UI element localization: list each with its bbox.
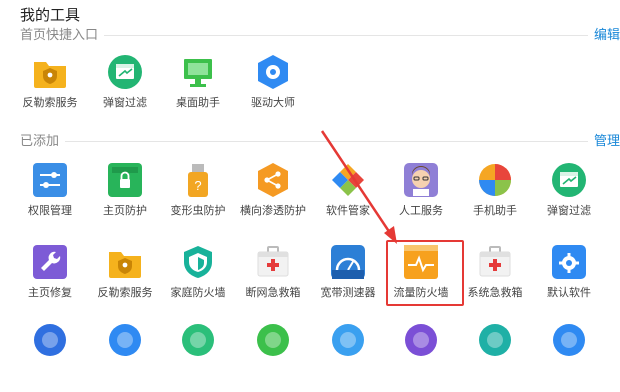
tool-label: 反勒索服务 <box>22 97 78 109</box>
tool-tile[interactable] <box>238 318 308 392</box>
tool-label: 软件管家 <box>326 205 370 217</box>
sliders-icon <box>32 162 68 198</box>
tool-tile[interactable] <box>163 318 233 392</box>
share-hex-icon <box>255 162 291 198</box>
tool-tile[interactable]: 系统急救箱 <box>460 240 530 314</box>
tool-tile[interactable] <box>534 318 604 392</box>
tool-tile[interactable] <box>313 318 383 392</box>
tool-label: 桌面助手 <box>176 97 220 109</box>
tool-tile[interactable]: 反勒索服务 <box>15 50 85 124</box>
shield-folder-icon <box>32 54 68 90</box>
avatar-service-icon <box>403 162 439 198</box>
blue-window-icon <box>107 322 143 358</box>
tool-tile[interactable]: 桌面助手 <box>163 50 233 124</box>
tool-label: 宽带测速器 <box>320 287 376 299</box>
tool-tile[interactable] <box>386 318 456 392</box>
purple-orb-icon <box>403 322 439 358</box>
tool-label: 权限管理 <box>28 205 72 217</box>
tool-label: 变形虫防护 <box>170 205 226 217</box>
tool-label: 驱动大师 <box>251 97 295 109</box>
tool-tile[interactable] <box>90 318 160 392</box>
tool-label: 弹窗过滤 <box>547 205 591 217</box>
tool-label: 断网急救箱 <box>245 287 301 299</box>
tool-tile[interactable]: ? 变形虫防护 <box>163 158 233 232</box>
green-circle-icon <box>255 322 291 358</box>
tool-tile[interactable] <box>15 318 85 392</box>
manage-link[interactable]: 管理 <box>587 132 620 150</box>
house-shield-icon <box>180 244 216 280</box>
tool-tile[interactable]: 宽带测速器 <box>313 240 383 314</box>
first-aid-icon <box>477 244 513 280</box>
divider <box>20 35 592 36</box>
popup-filter-icon <box>551 162 587 198</box>
quick-entry-header: 首页快捷入口 编辑 <box>20 26 620 44</box>
gear-cube-icon <box>255 54 291 90</box>
svg-text:?: ? <box>194 178 201 193</box>
tool-tile[interactable]: 主页修复 <box>15 240 85 314</box>
tool-label: 反勒索服务 <box>97 287 153 299</box>
first-aid-icon <box>255 244 291 280</box>
tool-label: 家庭防火墙 <box>170 287 226 299</box>
tool-label: 默认软件 <box>547 287 591 299</box>
cloud-icon <box>330 322 366 358</box>
blue-tool-icon <box>32 322 68 358</box>
highlight-box <box>386 240 464 306</box>
tool-tile[interactable]: 主页防护 <box>90 158 160 232</box>
tool-tile[interactable]: 人工服务 <box>386 158 456 232</box>
added-title: 已添加 <box>20 132 66 150</box>
usb-shield-icon: ? <box>180 162 216 198</box>
tool-tile[interactable]: 弹窗过滤 <box>534 158 604 232</box>
tool-label: 主页防护 <box>103 205 147 217</box>
gear-window-icon <box>551 244 587 280</box>
tool-tile[interactable]: 家庭防火墙 <box>163 240 233 314</box>
divider <box>20 141 592 142</box>
tool-tile[interactable]: 权限管理 <box>15 158 85 232</box>
added-header: 已添加 管理 <box>20 132 620 150</box>
tool-label: 弹窗过滤 <box>103 97 147 109</box>
tool-label: 人工服务 <box>399 205 443 217</box>
color-ball-icon <box>477 162 513 198</box>
tool-tile[interactable]: 反勒索服务 <box>90 240 160 314</box>
blue-disc-icon <box>551 322 587 358</box>
colorful-blocks-icon <box>330 162 366 198</box>
tool-label: 手机助手 <box>473 205 517 217</box>
tool-tile[interactable]: 横向渗透防护 <box>238 158 308 232</box>
popup-filter-icon <box>107 54 143 90</box>
tool-label: 系统急救箱 <box>467 287 523 299</box>
tool-label: 主页修复 <box>28 287 72 299</box>
monitor-icon <box>180 54 216 90</box>
lock-home-icon <box>107 162 143 198</box>
tool-tile[interactable] <box>460 318 530 392</box>
green-leaf-icon <box>180 322 216 358</box>
page-title: 我的工具 <box>20 7 81 24</box>
tool-tile[interactable]: 手机助手 <box>460 158 530 232</box>
teal-ring-icon <box>477 322 513 358</box>
wrench-icon <box>32 244 68 280</box>
tool-tile[interactable]: 驱动大师 <box>238 50 308 124</box>
edit-link[interactable]: 编辑 <box>587 26 620 44</box>
tool-label: 横向渗透防护 <box>240 205 306 217</box>
quick-entry-title: 首页快捷入口 <box>20 26 105 44</box>
tool-tile[interactable]: 断网急救箱 <box>238 240 308 314</box>
tool-tile[interactable]: 默认软件 <box>534 240 604 314</box>
shield-folder-icon <box>107 244 143 280</box>
tool-tile[interactable]: 软件管家 <box>313 158 383 232</box>
tool-tile[interactable]: 弹窗过滤 <box>90 50 160 124</box>
speed-gauge-icon <box>330 244 366 280</box>
